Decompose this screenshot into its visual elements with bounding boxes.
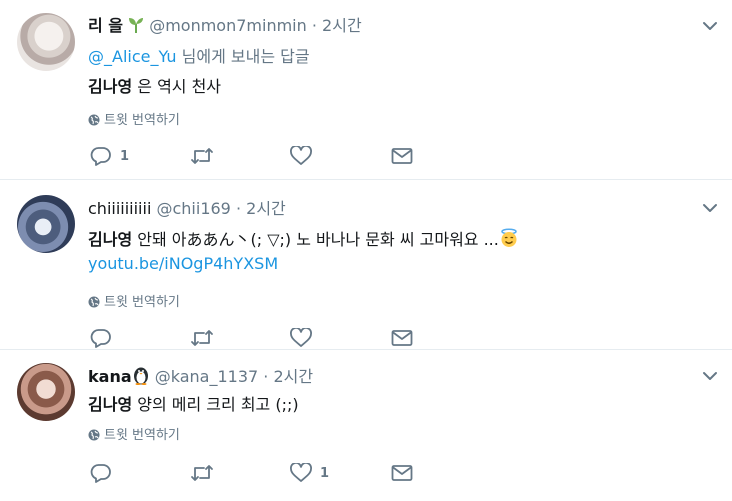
envelope-icon (391, 465, 413, 481)
tweet-3[interactable]: kana @kana_1137 · 2시간 김나영 양의 메리 크리 최고 (;… (0, 350, 732, 501)
like-button[interactable] (290, 326, 320, 350)
envelope-icon (391, 330, 413, 346)
avatar[interactable] (17, 195, 75, 253)
chevron-down-icon[interactable] (702, 18, 718, 34)
globe-icon (88, 429, 100, 441)
display-name[interactable]: kana (88, 367, 132, 386)
tweet-header: kana @kana_1137 · 2시간 (88, 363, 313, 389)
timestamp[interactable]: 2시간 (246, 199, 286, 218)
like-count: 1 (320, 465, 330, 481)
reply-icon (90, 329, 111, 348)
globe-icon (88, 114, 100, 126)
translate-tweet-link[interactable]: 트윗 번역하기 (88, 424, 180, 443)
retweet-button[interactable] (190, 326, 214, 350)
retweet-icon (191, 330, 213, 346)
like-button[interactable] (290, 144, 320, 168)
retweet-icon (191, 148, 213, 164)
tweet-2[interactable]: chiiiiiiiiii @chii169 · 2시간 김나영 안돼 아ああん丶… (0, 180, 732, 350)
avatar[interactable] (17, 363, 75, 421)
reply-button[interactable] (90, 326, 120, 350)
timestamp[interactable]: 2시간 (322, 16, 362, 35)
mention-link[interactable]: @_Alice_Yu (88, 47, 177, 66)
like-button[interactable]: 1 (290, 461, 329, 485)
tweet-header: 리 을 @monmon7minmin · 2시간 (88, 12, 362, 38)
retweet-button[interactable] (190, 461, 214, 485)
tweet-1[interactable]: 리 을 @monmon7minmin · 2시간 @_Alice_Yu 님에게 … (0, 0, 732, 180)
tweet-text-bold: 김나영 (88, 395, 133, 414)
translate-tweet-link[interactable]: 트윗 번역하기 (88, 109, 180, 128)
direct-message-button[interactable] (391, 144, 413, 168)
user-handle[interactable]: @chii169 (156, 199, 230, 218)
youtube-link[interactable]: youtu.be/iNOgP4hYXSM (88, 254, 278, 273)
tweet-text: 김나영 안돼 아ああん丶(; ▽;) 노 바나나 문화 씨 고마워요 ... (88, 226, 519, 252)
envelope-icon (391, 148, 413, 164)
heart-icon (290, 328, 312, 347)
tweet-text: 김나영 은 역시 천사 (88, 73, 221, 97)
separator-dot: · (235, 199, 242, 218)
tweet-actions: 1 (88, 461, 418, 485)
reply-count: 1 (120, 148, 130, 164)
reply-button[interactable] (90, 461, 120, 485)
separator-dot: · (311, 16, 317, 35)
retweet-button[interactable] (190, 144, 214, 168)
direct-message-button[interactable] (391, 326, 413, 350)
translate-label: 트윗 번역하기 (104, 113, 180, 128)
heart-icon (290, 463, 312, 482)
translate-tweet-link[interactable]: 트윗 번역하기 (88, 291, 180, 310)
reply-button[interactable]: 1 (90, 144, 129, 168)
tweet-actions: 1 (88, 144, 418, 168)
heart-icon (290, 146, 312, 165)
display-name[interactable]: chiiiiiiiiii (88, 199, 151, 218)
avatar[interactable] (17, 13, 75, 71)
user-handle[interactable]: @monmon7minmin (149, 16, 307, 35)
retweet-icon (191, 465, 213, 481)
chevron-down-icon[interactable] (702, 368, 718, 384)
reply-suffix: 님에게 보내는 답글 (176, 47, 310, 66)
chevron-down-icon[interactable] (702, 200, 718, 216)
tweet-text-rest: 양의 메리 크리 최고 (;;) (132, 395, 299, 414)
tweet-text-rest: 안돼 아ああん丶(; ▽;) 노 바나나 문화 씨 고마워요 ... (132, 230, 499, 249)
tweet-header: chiiiiiiiiii @chii169 · 2시간 (88, 195, 286, 219)
translate-label: 트윗 번역하기 (104, 295, 180, 310)
timestamp[interactable]: 2시간 (273, 367, 313, 386)
angel-emoji-icon (499, 228, 519, 252)
reply-icon (90, 464, 111, 483)
user-handle[interactable]: @kana_1137 (155, 367, 258, 386)
penguin-icon (132, 365, 150, 389)
direct-message-button[interactable] (391, 461, 413, 485)
tweet-text-rest: 은 역시 천사 (132, 77, 222, 96)
reply-icon (90, 147, 111, 166)
tweet-text-bold: 김나영 (88, 77, 133, 96)
reply-context: @_Alice_Yu 님에게 보내는 답글 (88, 43, 310, 67)
separator-dot: · (263, 367, 269, 386)
tweet-text: 김나영 양의 메리 크리 최고 (;;) (88, 391, 299, 415)
display-name[interactable]: 리 을 (88, 16, 123, 35)
tweet-actions (88, 326, 418, 350)
translate-label: 트윗 번역하기 (104, 428, 180, 443)
tweet-text-bold: 김나영 (88, 230, 133, 249)
sprout-icon (128, 16, 144, 38)
globe-icon (88, 296, 100, 308)
